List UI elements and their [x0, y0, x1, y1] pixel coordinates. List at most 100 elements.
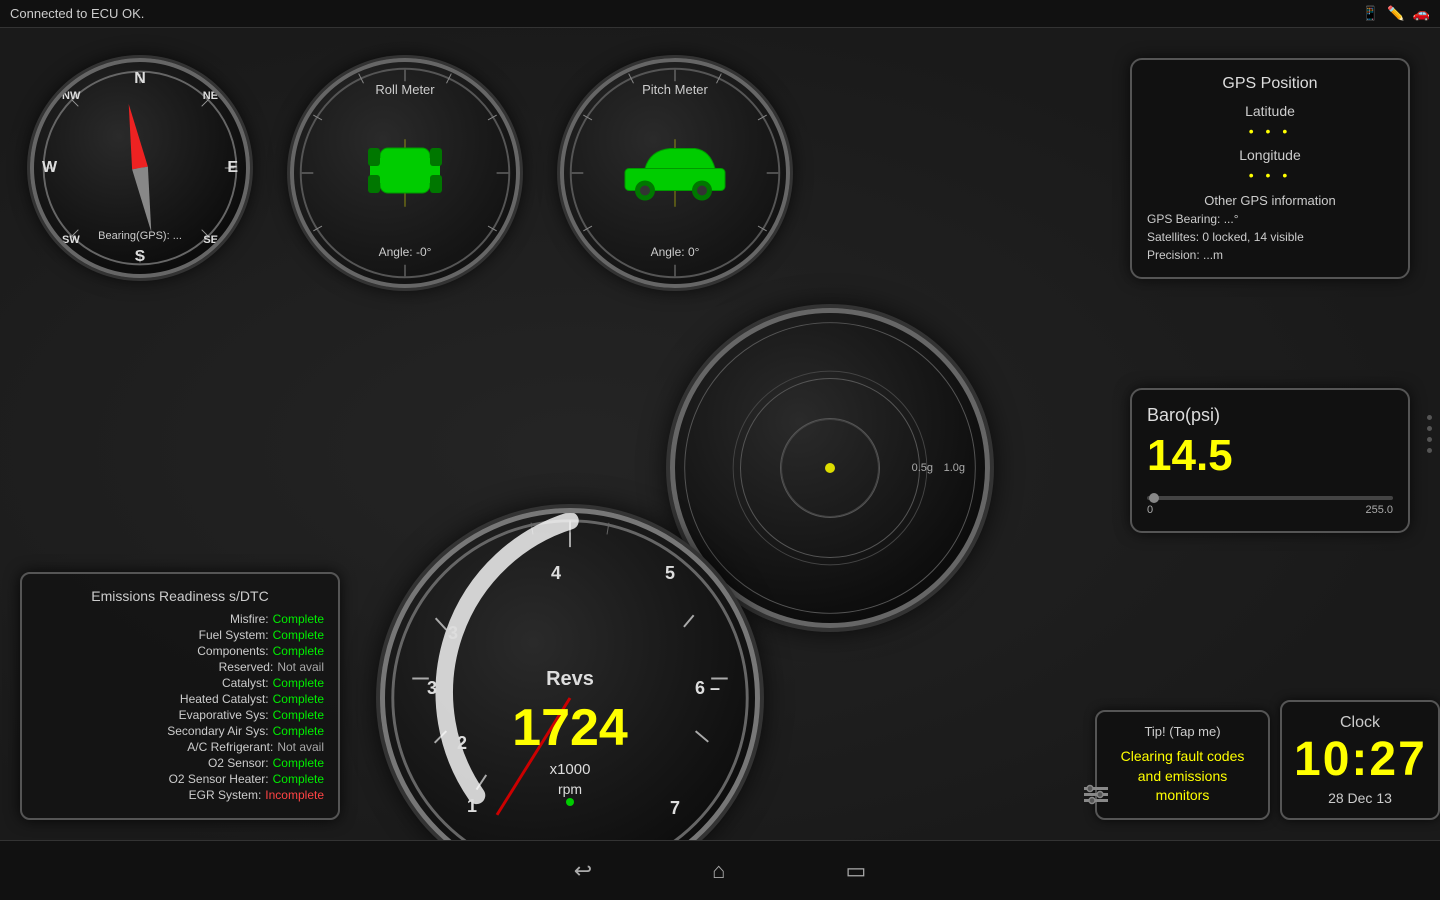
emissions-row-label: A/C Refrigerant:	[187, 740, 273, 754]
gps-latitude-label: Latitude	[1147, 103, 1393, 119]
side-dot-2	[1427, 426, 1432, 431]
clock-title: Clock	[1294, 714, 1426, 732]
emissions-row-label: Evaporative Sys:	[179, 708, 269, 722]
rpm-unit1: x1000	[550, 761, 591, 778]
baro-slider-thumb	[1149, 493, 1159, 503]
emissions-row-value: Complete	[273, 676, 324, 690]
pitch-meter-gauge: Pitch Meter Angle: 0°	[560, 58, 790, 288]
phone-icon: 📱	[1362, 5, 1379, 22]
emissions-row: Misfire: Complete	[36, 612, 324, 626]
emissions-row: Reserved:Not avail	[36, 660, 324, 674]
baro-value: 14.5	[1147, 431, 1393, 481]
pitch-car-icon	[620, 141, 730, 206]
gps-bearing: GPS Bearing: ...°	[1147, 212, 1393, 226]
baro-min: 0	[1147, 504, 1153, 516]
compass-north-label: N	[134, 70, 146, 88]
status-icons: 📱 ✏️ 🚗	[1362, 5, 1430, 22]
pitch-meter-title: Pitch Meter	[642, 82, 708, 97]
emissions-row-label: Catalyst:	[222, 676, 269, 690]
emissions-row-value: Not avail	[277, 740, 324, 754]
emissions-row: O2 Sensor Heater: Complete	[36, 772, 324, 786]
emissions-title: Emissions Readiness s/DTC	[36, 588, 324, 604]
gps-precision: Precision: ...m	[1147, 248, 1393, 262]
pitch-meter-circle[interactable]: Pitch Meter Angle: 0°	[560, 58, 790, 288]
side-dots	[1427, 415, 1432, 453]
compass-south-label: S	[135, 248, 146, 266]
gps-other-info: Other GPS information	[1147, 193, 1393, 208]
rpm-num-5: 5	[665, 563, 675, 584]
side-dot-1	[1427, 415, 1432, 420]
gps-longitude-label: Longitude	[1147, 147, 1393, 163]
emissions-row-value: Complete	[273, 708, 324, 722]
compass-se-label: SE	[203, 234, 218, 246]
compass-east-label: E	[227, 159, 238, 177]
tip-text: Clearing fault codes and emissions monit…	[1109, 747, 1256, 806]
gps-longitude-value: • • •	[1147, 167, 1393, 183]
emissions-row-value: Complete	[273, 628, 324, 642]
emissions-row: Fuel System:Complete	[36, 628, 324, 642]
emissions-row-value: Complete	[273, 772, 324, 786]
emissions-row: Evaporative Sys: Complete	[36, 708, 324, 722]
gps-latitude-value: • • •	[1147, 123, 1393, 139]
nav-bar: ↩ ⌂ ▭	[0, 840, 1440, 900]
emissions-row-label: O2 Sensor:	[208, 756, 269, 770]
roll-meter-circle[interactable]: Roll Meter Angle: -0°	[290, 58, 520, 288]
emissions-row: Catalyst: Complete	[36, 676, 324, 690]
emissions-row-value: Complete	[273, 644, 324, 658]
emissions-row: EGR System:Incomplete	[36, 788, 324, 802]
emissions-row-value: Incomplete	[265, 788, 324, 802]
compass-bearing: Bearing(GPS): ...	[98, 230, 182, 242]
settings-icon[interactable]	[1082, 781, 1110, 815]
rpm-num-2: 2	[457, 733, 467, 754]
clock-time: 10:27	[1294, 736, 1426, 784]
emissions-panel[interactable]: Emissions Readiness s/DTC Misfire: Comple…	[20, 572, 340, 820]
rpm-unit2: rpm	[558, 781, 582, 797]
recent-button[interactable]: ▭	[845, 858, 866, 884]
emissions-row-value: Not avail	[277, 660, 324, 674]
roll-meter-gauge: Roll Meter Angle: -0°	[290, 58, 520, 288]
roll-meter-title: Roll Meter	[375, 82, 434, 97]
emissions-row-value: Complete	[273, 612, 324, 626]
emissions-rows: Misfire:CompleteFuel System:CompleteComp…	[36, 612, 324, 802]
compass-ne-label: NE	[203, 90, 218, 102]
compass-west-label: W	[42, 159, 57, 177]
compass-circle[interactable]: N S W E NW NE SW SE Bearing(GPS): ...	[30, 58, 250, 278]
gforce-10-label: 1.0g	[944, 462, 965, 474]
rpm-circle[interactable]: 2 3 4 3 1 0 5 6 – 7 Revs 1724 x1000 rpm	[380, 508, 760, 888]
back-button[interactable]: ↩	[574, 858, 592, 884]
baro-title: Baro(psi)	[1147, 405, 1393, 426]
emissions-row-label: Secondary Air Sys:	[167, 724, 268, 738]
compass-sw-label: SW	[62, 234, 80, 246]
emissions-row: Components: Complete	[36, 644, 324, 658]
gforce-dot	[825, 463, 835, 473]
baro-range: 0 255.0	[1147, 504, 1393, 516]
baro-panel[interactable]: Baro(psi) 14.5 0 255.0	[1130, 388, 1410, 533]
gps-panel[interactable]: GPS Position Latitude • • • Longitude • …	[1130, 58, 1410, 279]
connection-status: Connected to ECU OK.	[10, 6, 144, 21]
clock-date: 28 Dec 13	[1294, 790, 1426, 806]
emissions-row-label: Reserved:	[219, 660, 274, 674]
rpm-num-3b: 3	[448, 623, 458, 644]
rpm-green-dot	[566, 798, 574, 806]
rpm-num-1: 1	[467, 796, 477, 817]
compass-gauge: N S W E NW NE SW SE Bearing(GPS): ...	[30, 58, 250, 278]
rpm-num-6: 6 –	[695, 678, 720, 699]
home-button[interactable]: ⌂	[712, 858, 725, 884]
roll-car-icon	[360, 133, 450, 213]
emissions-row-value: Complete	[273, 756, 324, 770]
side-dot-3	[1427, 437, 1432, 442]
emissions-row-label: Misfire:	[230, 612, 269, 626]
rpm-label: Revs	[546, 668, 594, 691]
edit-icon: ✏️	[1387, 5, 1404, 22]
gps-title: GPS Position	[1147, 75, 1393, 93]
baro-max: 255.0	[1365, 504, 1393, 516]
clock-panel[interactable]: Clock 10:27 28 Dec 13	[1280, 700, 1440, 820]
rpm-num-7: 7	[670, 798, 680, 819]
emissions-row-label: Components:	[197, 644, 268, 658]
compass-nw-label: NW	[62, 90, 80, 102]
baro-slider-track[interactable]	[1147, 496, 1393, 500]
emissions-row: Secondary Air Sys:Complete	[36, 724, 324, 738]
tip-panel[interactable]: Tip! (Tap me) Clearing fault codes and e…	[1095, 710, 1270, 820]
emissions-row-label: O2 Sensor Heater:	[169, 772, 269, 786]
rpm-num-3: 3	[427, 678, 437, 699]
